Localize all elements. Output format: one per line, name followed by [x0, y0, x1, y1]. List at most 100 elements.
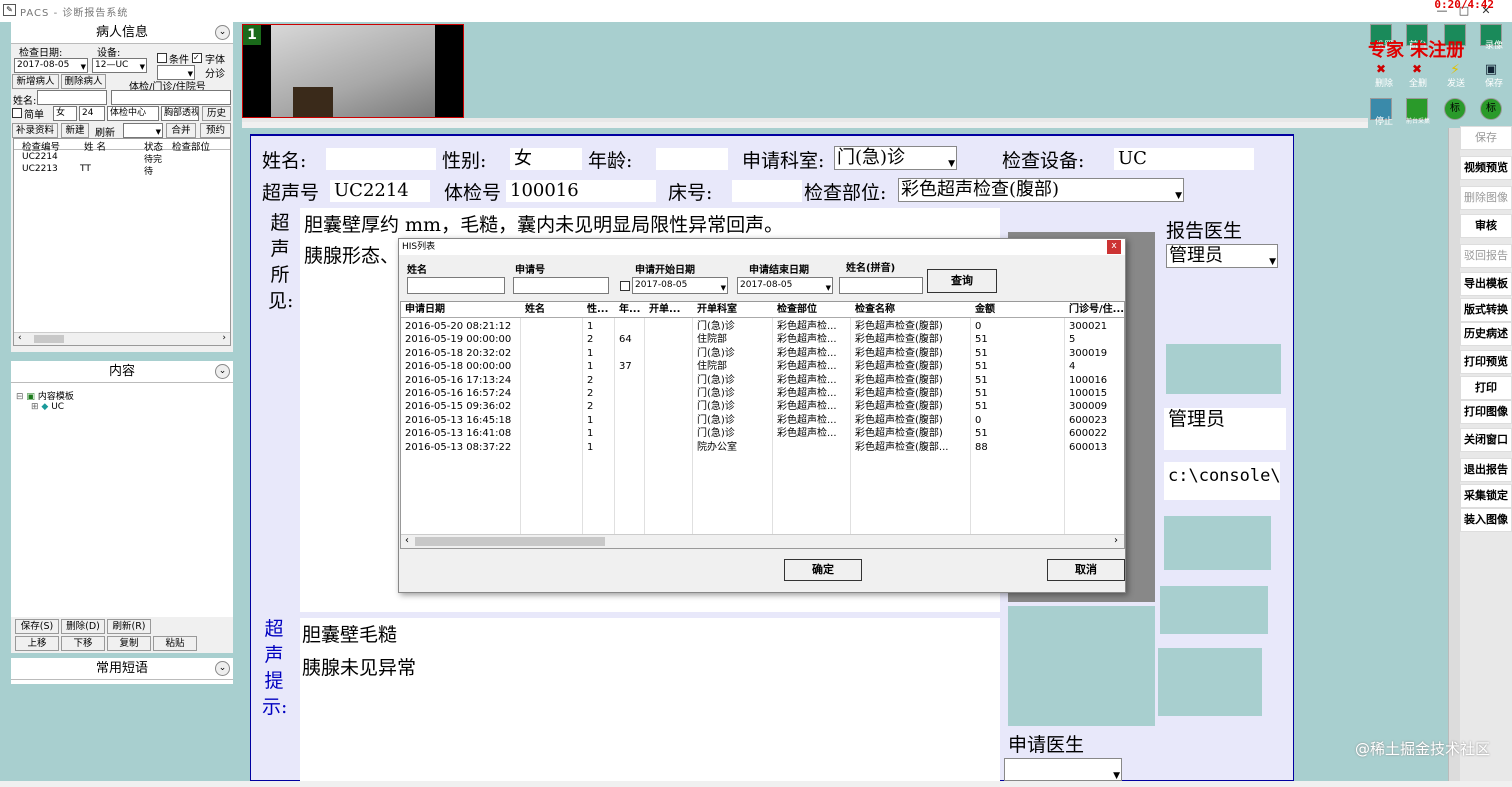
collapse-icon[interactable]: ⌄	[215, 25, 230, 40]
collapse-icon[interactable]: ⌄	[215, 364, 230, 379]
column-header[interactable]: 申请日期	[405, 302, 445, 318]
right-vscrollbar[interactable]	[1448, 128, 1460, 781]
apply-doctor-select[interactable]: ▼	[1004, 758, 1122, 781]
new-patient-button[interactable]: 新增病人	[12, 74, 59, 89]
right-button[interactable]: 关闭窗口	[1460, 428, 1512, 452]
right-button[interactable]: 打印图像	[1460, 400, 1512, 424]
content-panel-header[interactable]: 内容 ⌄	[11, 361, 233, 383]
table-row[interactable]: 2016-05-13 16:41:08 1 门(急)诊 彩色超声检... 彩色超声检查(…	[401, 427, 1124, 440]
scroll-thumb[interactable]	[34, 335, 64, 343]
column-header[interactable]: 年...	[619, 302, 640, 318]
center-input[interactable]: 体检中心	[107, 106, 159, 121]
start-date-select[interactable]: 2017-08-05 ▼	[632, 277, 728, 294]
right-button[interactable]: 打印预览	[1460, 350, 1512, 374]
tree-root[interactable]: ⊟ ▣ 内容模板	[16, 389, 74, 402]
sex-field[interactable]: 女	[510, 148, 582, 170]
right-button[interactable]: 导出模板	[1460, 272, 1512, 296]
column-header[interactable]: 检查部位	[777, 302, 817, 318]
right-button[interactable]: 历史病述	[1460, 322, 1512, 346]
supplement-button[interactable]: 补录资料	[12, 123, 58, 138]
save-button[interactable]: 保存(S)	[15, 619, 59, 634]
part-select[interactable]: 彩色超声检查(腹部) ▼	[898, 178, 1184, 202]
mark2-icon[interactable]: 标	[1480, 98, 1502, 120]
column-header[interactable]: 金额	[975, 302, 995, 318]
simple-checkbox[interactable]	[12, 108, 22, 118]
table-row[interactable]: 2016-05-20 08:21:12 1 门(急)诊 彩色超声检... 彩色超声检查(…	[401, 320, 1124, 333]
pinyin-input[interactable]	[839, 277, 923, 294]
column-header[interactable]: 检查名称	[855, 302, 895, 318]
reserve-button[interactable]: 预约	[200, 123, 231, 138]
condition-checkbox[interactable]	[157, 53, 167, 63]
list-item[interactable]: UC2213 TT 待	[14, 164, 230, 178]
filter-select[interactable]: ▼	[123, 123, 163, 138]
right-button[interactable]: 版式转换	[1460, 298, 1512, 322]
table-row[interactable]: 2016-05-15 09:36:02 2 门(急)诊 彩色超声检... 彩色超声检查(…	[401, 400, 1124, 413]
copy-button[interactable]: 复制	[107, 636, 151, 651]
image-slot[interactable]	[1164, 516, 1271, 570]
table-row[interactable]: 2016-05-13 08:37:22 1 院办公室 彩色超声检查(腹部... 88 60…	[401, 441, 1124, 454]
close-icon[interactable]: x	[1107, 240, 1121, 254]
refresh-button[interactable]: 刷新	[95, 124, 115, 139]
list-item[interactable]: UC2214 待完	[14, 150, 230, 165]
image-slot[interactable]	[1158, 648, 1262, 716]
column-header[interactable]: 门诊号/住...	[1069, 302, 1124, 318]
us-no-field[interactable]: UC2214	[330, 180, 430, 202]
merge-button[interactable]: 合并	[166, 123, 196, 138]
id-input[interactable]	[111, 90, 231, 105]
dept-select[interactable]: 门(急)诊 ▼	[834, 146, 957, 170]
font-checkbox[interactable]: ✓	[192, 53, 202, 63]
bed-field[interactable]	[732, 180, 802, 202]
scroll-left-icon[interactable]: ‹	[405, 535, 409, 546]
move-up-button[interactable]: 上移	[15, 636, 59, 651]
collapse-icon[interactable]: ⌄	[215, 661, 230, 676]
table-row[interactable]: 2016-05-13 16:45:18 1 门(急)诊 彩色超声检... 彩色超声检查(…	[401, 414, 1124, 427]
phrases-panel-header[interactable]: 常用短语 ⌄	[11, 658, 233, 680]
ok-button[interactable]: 确定	[784, 559, 862, 581]
image-slot[interactable]	[1008, 606, 1155, 726]
exam-no-field[interactable]: 100016	[506, 180, 656, 202]
tree-child[interactable]: ⊞ ◆ UC	[31, 402, 64, 412]
date-filter-checkbox[interactable]	[620, 281, 630, 291]
reviewer-field[interactable]: 管理员	[1164, 408, 1286, 450]
chest-input[interactable]: 胸部透视	[161, 106, 199, 121]
device-field[interactable]: UC	[1114, 148, 1254, 170]
image-slot[interactable]	[1160, 586, 1268, 634]
scroll-left-icon[interactable]: ‹	[18, 333, 22, 343]
delete-button[interactable]: 删除(D)	[61, 619, 105, 634]
right-button[interactable]: 删除图像	[1460, 186, 1512, 210]
table-row[interactable]: 2016-05-19 00:00:00 2 64 住院部 彩色超声检... 彩色超声检查(…	[401, 333, 1124, 346]
mark-icon[interactable]: 标	[1444, 98, 1466, 120]
right-button[interactable]: 驳回报告	[1460, 244, 1512, 268]
move-down-button[interactable]: 下移	[61, 636, 105, 651]
table-row[interactable]: 2016-05-18 20:32:02 1 门(急)诊 彩色超声检... 彩色超声检查(…	[401, 347, 1124, 360]
right-button[interactable]: 打印	[1460, 376, 1512, 400]
new-button[interactable]: 新建	[61, 123, 89, 138]
column-header[interactable]: 性...	[587, 302, 608, 318]
table-row[interactable]: 2016-05-16 17:13:24 2 门(急)诊 彩色超声检... 彩色超声检查(…	[401, 374, 1124, 387]
path-field[interactable]: c:\console\	[1164, 462, 1280, 500]
report-doctor-select[interactable]: 管理员 ▼	[1166, 244, 1278, 268]
list-hscrollbar[interactable]: ‹ ›	[14, 332, 230, 345]
history-button[interactable]: 历史	[202, 106, 231, 121]
dialog-apply-no-input[interactable]	[513, 277, 609, 294]
dialog-name-input[interactable]	[407, 277, 505, 294]
right-button[interactable]: 退出报告	[1460, 458, 1512, 482]
column-header[interactable]: 姓名	[525, 302, 545, 318]
image-slot[interactable]	[1166, 344, 1281, 394]
table-row[interactable]: 2016-05-16 16:57:24 2 门(急)诊 彩色超声检... 彩色超声检查(…	[401, 387, 1124, 400]
column-header[interactable]: 开单...	[649, 302, 680, 318]
hint-textarea[interactable]: 胆囊壁毛糙 胰腺未见异常	[300, 618, 1000, 781]
split-label[interactable]: 分诊	[205, 65, 225, 80]
table-hscrollbar[interactable]: ‹ ›	[401, 534, 1124, 548]
table-row[interactable]: 2016-05-18 00:00:00 1 37 住院部 彩色超声检... 彩色超声检查(…	[401, 360, 1124, 373]
patient-panel-header[interactable]: 病人信息 ⌄	[11, 22, 233, 44]
right-button[interactable]: 审核	[1460, 214, 1512, 238]
end-date-select[interactable]: 2017-08-05 ▼	[737, 277, 833, 294]
right-button[interactable]: 装入图像	[1460, 508, 1512, 532]
cancel-button[interactable]: 取消	[1047, 559, 1125, 581]
right-button[interactable]: 采集锁定	[1460, 484, 1512, 508]
image-thumbnail[interactable]: 1	[242, 24, 464, 118]
patient-name-field[interactable]	[326, 148, 436, 170]
age-input[interactable]: 24	[79, 106, 105, 121]
dialog-titlebar[interactable]: HIS列表 x	[399, 239, 1125, 255]
